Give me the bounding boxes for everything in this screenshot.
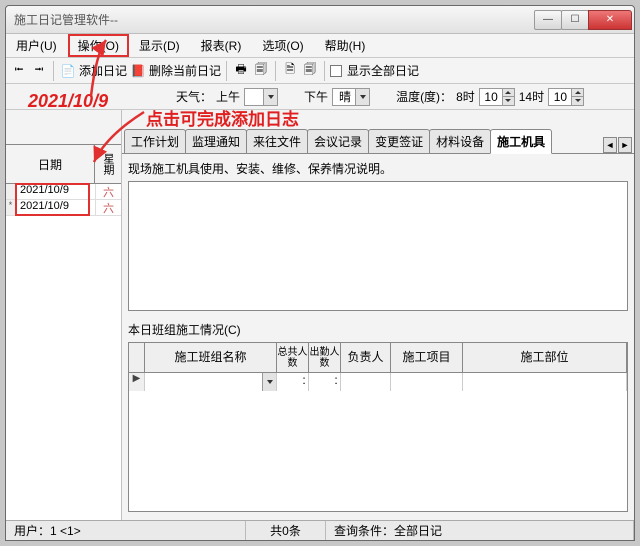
pm-label: 下午 [304,88,328,105]
tab-change[interactable]: 变更签证 [368,129,430,153]
tab-scroll-right[interactable]: ► [618,137,632,153]
team-title: 本日班组施工情况(C) [128,321,628,338]
menu-user[interactable]: 用户(U) [6,34,68,57]
menu-operate[interactable]: 操作(O) [68,34,129,57]
weather-label: 天气： [176,88,212,105]
team-table: 施工班组名称 总共人数 出勤人数 负责人 施工项目 施工部位 ▶ : : [128,342,628,512]
body-area: 天气： 上午 下午 晴 温度(度)： 8时 10 14时 10 日期 星期 [6,84,634,520]
add-diary-label[interactable]: 添加日记 [79,62,127,79]
time14-spinner[interactable]: 10 [548,88,584,106]
window-buttons: — ☐ ✕ [535,10,632,30]
row-marker: ▶ [129,373,145,391]
status-query: 查询条件：全部日记 [326,521,634,540]
tab-files[interactable]: 来往文件 [246,129,308,153]
status-user: 用户：1 <1> [6,521,246,540]
close-button[interactable]: ✕ [588,10,632,30]
table-empty-area [129,391,627,511]
print-icon[interactable]: 🖶 [232,62,250,80]
th-name: 施工班组名称 [145,343,277,372]
delete-diary-label[interactable]: 删除当前日记 [149,62,221,79]
th-part: 施工部位 [463,343,627,372]
app-window: 施工日记管理软件-- — ☐ ✕ 用户(U) 操作(O) 显示(D) 报表(R)… [5,5,635,541]
cell-leader[interactable] [341,373,391,391]
week-column-header: 星期 [95,145,121,183]
tab-scroll-left[interactable]: ◄ [603,137,617,153]
am-label: 上午 [216,88,240,105]
th-marker [129,343,145,372]
delete-diary-icon[interactable]: 📕 [129,62,147,80]
menu-report[interactable]: 报表(R) [191,34,253,57]
right-pane: 工作计划 监理通知 来往文件 会议记录 变更签证 材料设备 施工机具 ◄ ► 现… [122,110,634,520]
tab-content: 现场施工机具使用、安装、维修、保养情况说明。 本日班组施工情况(C) 施工班组名… [122,154,634,520]
nav-last-icon[interactable]: ⭲ [30,62,48,80]
tab-machinery[interactable]: 施工机具 [490,129,552,154]
cell-part[interactable] [463,373,627,391]
time8-label: 8时 [456,88,475,105]
temp-label: 温度(度)： [396,88,452,105]
copy-icon[interactable]: 🗐 [301,62,319,80]
window-title: 施工日记管理软件-- [6,11,535,28]
date-list: 2021/10/9 六 * 2021/10/9 六 [6,184,121,520]
menu-display[interactable]: 显示(D) [129,34,191,57]
cell-total[interactable]: : [277,373,309,391]
menu-help[interactable]: 帮助(H) [315,34,377,57]
nav-first-icon[interactable]: ⭰ [10,62,28,80]
left-header: 日期 星期 [6,144,121,184]
show-all-label: 显示全部日记 [347,62,419,79]
machinery-desc-textarea[interactable] [128,181,628,311]
tab-meeting[interactable]: 会议记录 [307,129,369,153]
list-item[interactable]: 2021/10/9 六 [6,184,121,200]
toolbar: ⭰ ⭲ 📄 添加日记 📕 删除当前日记 🖶 🗐 🗎 🗐 显示全部日记 [6,58,634,84]
maximize-button[interactable]: ☐ [561,10,589,30]
statusbar: 用户：1 <1> 共0条 查询条件：全部日记 [6,520,634,540]
th-attend: 出勤人数 [309,343,341,372]
th-total: 总共人数 [277,343,309,372]
tab-plan[interactable]: 工作计划 [124,129,186,153]
export-icon[interactable]: 🗎 [281,62,299,80]
preview-icon[interactable]: 🗐 [252,62,270,80]
menubar: 用户(U) 操作(O) 显示(D) 报表(R) 选项(O) 帮助(H) [6,34,634,58]
th-project: 施工项目 [391,343,463,372]
left-pane: 日期 星期 2021/10/9 六 * 2021/10/9 六 [6,110,122,520]
machinery-desc-label: 现场施工机具使用、安装、维修、保养情况说明。 [128,160,628,177]
th-leader: 负责人 [341,343,391,372]
annotation-tip: 点击可完成添加日志 [146,105,299,130]
tab-supervision[interactable]: 监理通知 [185,129,247,153]
cell-name[interactable] [145,373,277,391]
list-item[interactable]: * 2021/10/9 六 [6,200,121,216]
pm-weather-select[interactable]: 晴 [332,88,370,106]
team-table-header: 施工班组名称 总共人数 出勤人数 负责人 施工项目 施工部位 [129,343,627,373]
annotation-date: 2021/10/9 [28,91,108,112]
am-weather-select[interactable] [244,88,278,106]
show-all-checkbox[interactable] [330,65,342,77]
table-row[interactable]: ▶ : : [129,373,627,391]
chevron-down-icon [262,373,276,391]
tabs-row: 工作计划 监理通知 来往文件 会议记录 变更签证 材料设备 施工机具 ◄ ► [122,132,634,154]
cell-attend[interactable]: : [309,373,341,391]
add-diary-icon[interactable]: 📄 [59,62,77,80]
tab-scroll: ◄ ► [603,137,632,153]
status-count: 共0条 [246,521,326,540]
main-row: 日期 星期 2021/10/9 六 * 2021/10/9 六 [6,110,634,520]
titlebar: 施工日记管理软件-- — ☐ ✕ [6,6,634,34]
date-column-header: 日期 [6,145,95,183]
minimize-button[interactable]: — [534,10,562,30]
cell-project[interactable] [391,373,463,391]
tab-material[interactable]: 材料设备 [429,129,491,153]
time14-label: 14时 [519,88,544,105]
time8-spinner[interactable]: 10 [479,88,515,106]
menu-options[interactable]: 选项(O) [252,34,314,57]
